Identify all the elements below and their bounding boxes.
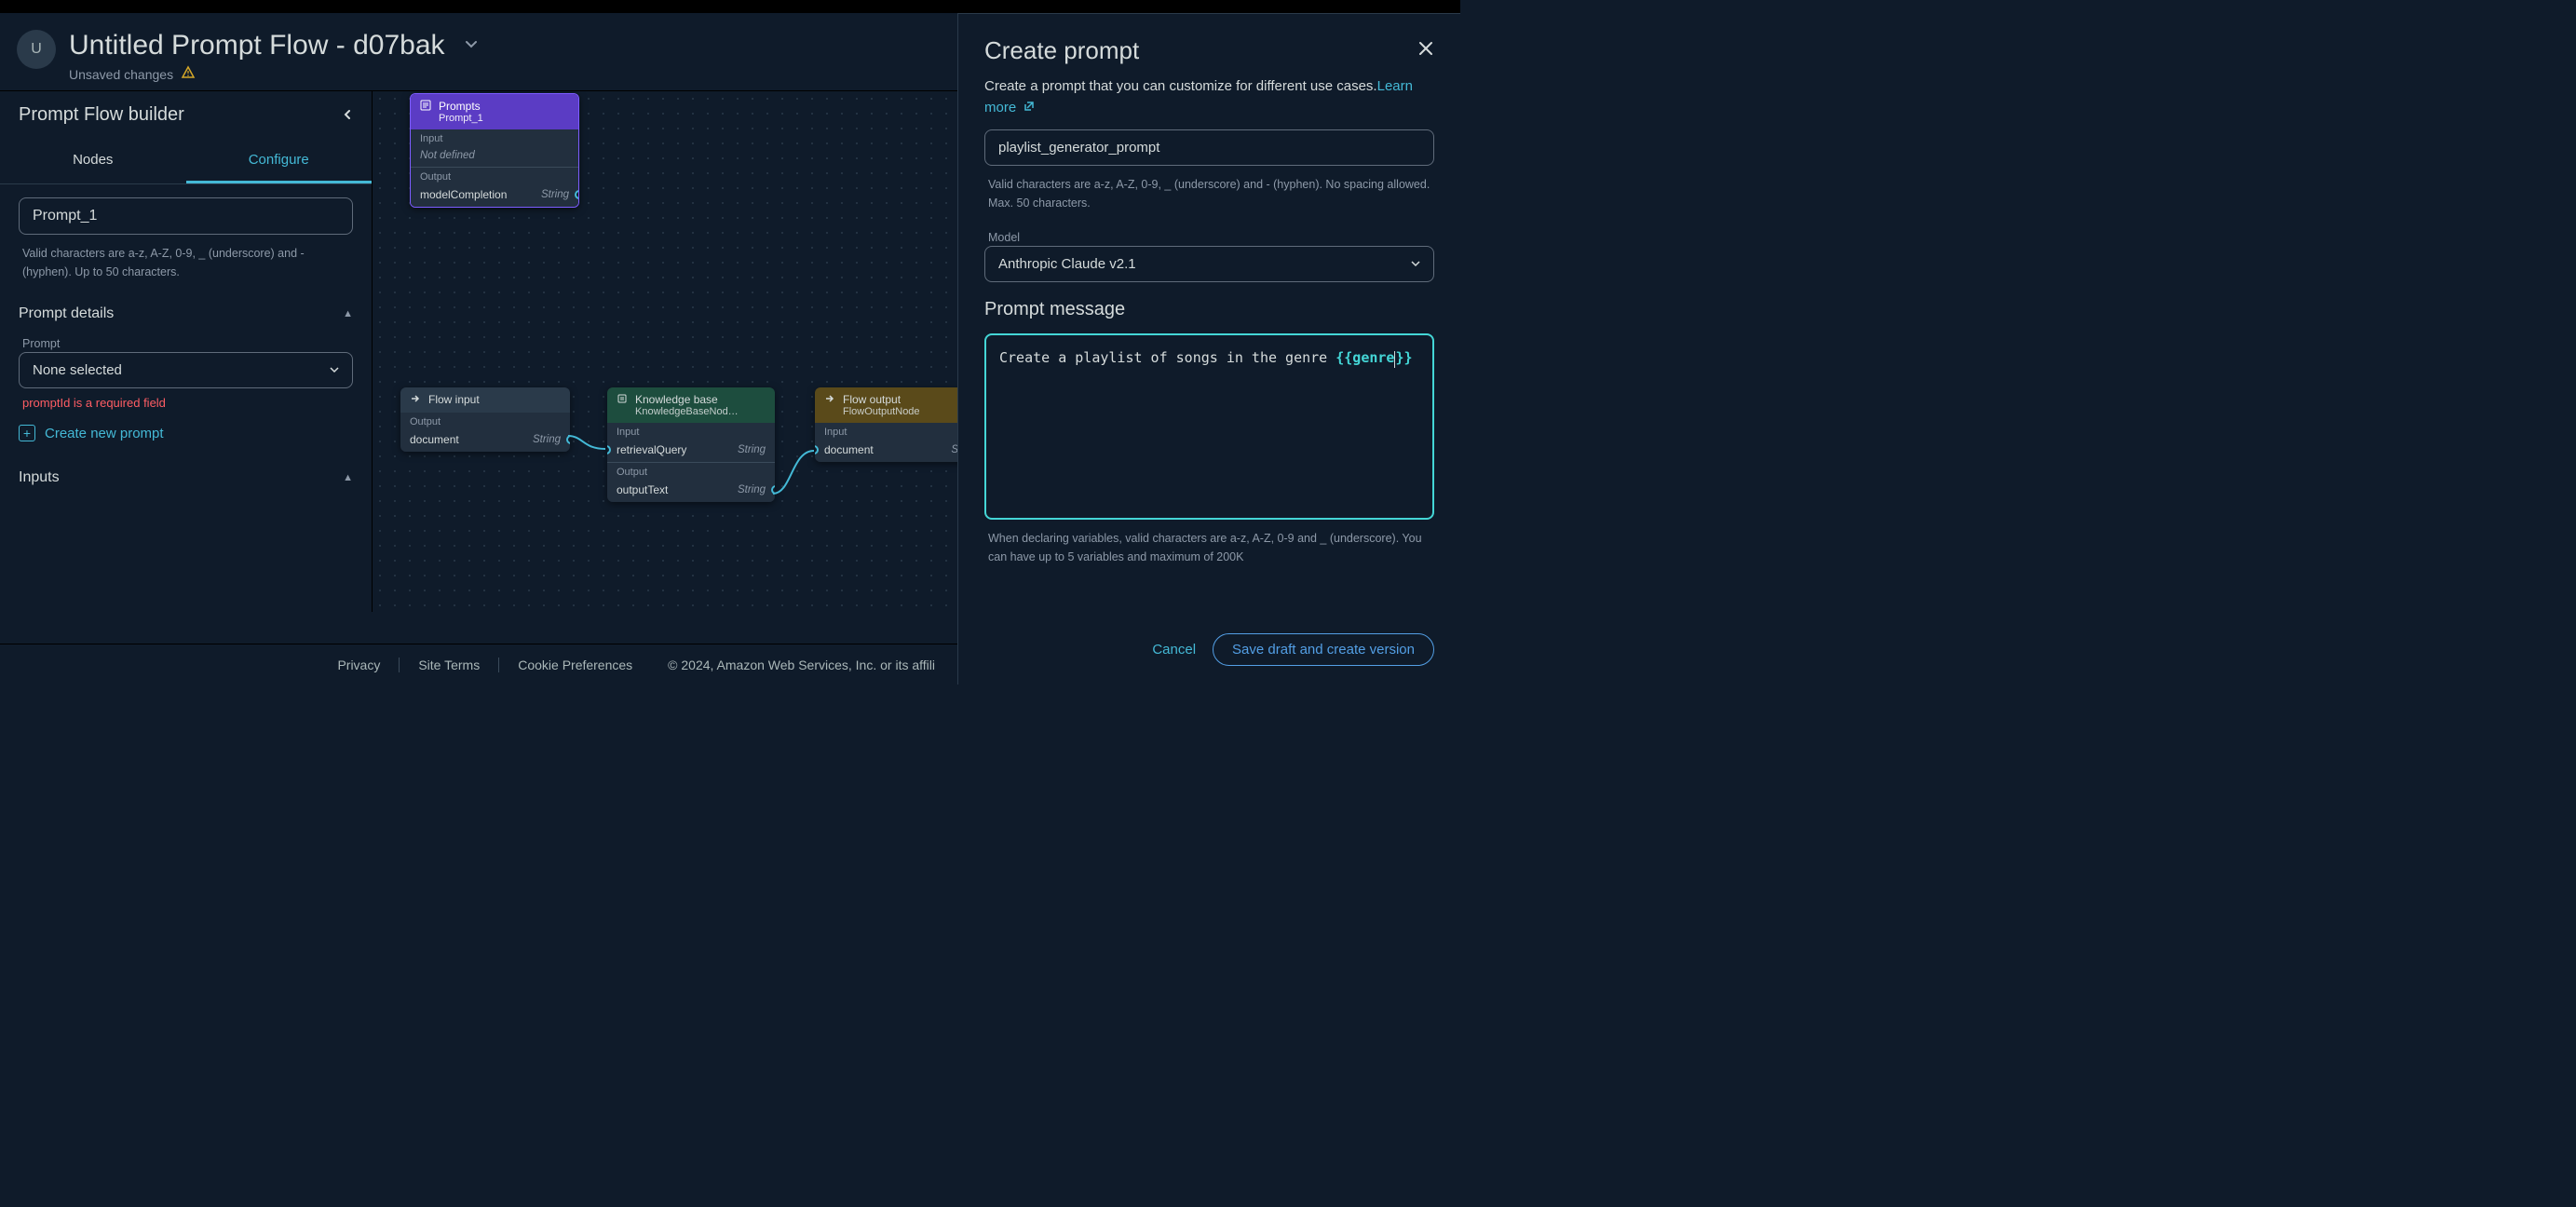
node-output-type: String [738, 484, 766, 495]
caret-up-icon: ▲ [343, 472, 353, 483]
prompt-name-helper: Valid characters are a-z, A-Z, 0-9, _ (u… [984, 175, 1434, 212]
model-select[interactable]: Anthropic Claude v2.1 [984, 246, 1434, 282]
caret-up-icon: ▲ [343, 308, 353, 319]
prompt-select-value: None selected [33, 362, 122, 378]
modal-body: Valid characters are a-z, A-Z, 0-9, _ (u… [958, 129, 1460, 618]
prompt-details-header[interactable]: Prompt details ▲ [19, 300, 353, 328]
panel-body: Valid characters are a-z, A-Z, 0-9, _ (u… [0, 184, 372, 612]
prompt-message-textarea[interactable]: Create a playlist of songs in the genre … [984, 333, 1434, 520]
node-head: Knowledge base KnowledgeBaseNod… [607, 387, 775, 423]
prompt-name-input[interactable] [984, 129, 1434, 166]
node-body: Input retrievalQuery String Output outpu… [607, 423, 775, 502]
book-icon [617, 393, 628, 407]
save-draft-button[interactable]: Save draft and create version [1213, 633, 1434, 666]
model-label: Model [984, 231, 1434, 246]
wire [769, 445, 821, 501]
footer: Privacy Site Terms Cookie Preferences © … [0, 644, 957, 685]
node-output-label: Output [400, 413, 570, 427]
inputs-label: Inputs [19, 469, 60, 486]
modal-description: Create a prompt that you can customize f… [984, 76, 1434, 118]
close-icon[interactable] [1417, 40, 1434, 62]
left-title: Prompt Flow builder [19, 104, 184, 126]
wire [564, 432, 613, 469]
node-input-name: document [824, 443, 874, 456]
inputs-header[interactable]: Inputs ▲ [19, 464, 353, 492]
caret-down-icon [330, 362, 339, 378]
footer-copyright: © 2024, Amazon Web Services, Inc. or its… [668, 658, 935, 672]
node-output-label: Output [607, 463, 775, 478]
top-strip [0, 0, 1460, 13]
left-header: Prompt Flow builder [0, 91, 372, 139]
page-title: Untitled Prompt Flow - d07bak [69, 30, 445, 61]
node-head-text: Flow output FlowOutputNode [843, 393, 920, 417]
output-port[interactable] [566, 435, 570, 444]
node-knowledge-base[interactable]: Knowledge base KnowledgeBaseNod… Input r… [607, 387, 775, 502]
modal-title: Create prompt [984, 36, 1139, 65]
title-wrap: Untitled Prompt Flow - d07bak Unsaved ch… [69, 30, 479, 83]
node-output-name: modelCompletion [420, 188, 507, 201]
node-name-input[interactable] [19, 197, 353, 235]
prompt-field-label: Prompt [19, 337, 353, 352]
node-input-label: Input [607, 423, 775, 438]
node-output-name: document [410, 433, 459, 446]
node-input-name: retrievalQuery [617, 443, 686, 456]
title-row: Untitled Prompt Flow - d07bak [69, 30, 479, 61]
prompt-select[interactable]: None selected [19, 352, 353, 388]
left-panel: Prompt Flow builder Nodes Configure Vali… [0, 91, 373, 612]
variables-helper: When declaring variables, valid characte… [984, 529, 1434, 566]
output-port[interactable] [575, 190, 579, 199]
cancel-button[interactable]: Cancel [1152, 642, 1196, 658]
footer-cookies-link[interactable]: Cookie Preferences [499, 658, 651, 672]
node-output-name: outputText [617, 483, 668, 496]
arrow-right-icon [824, 393, 835, 407]
node-flow-input[interactable]: Flow input Output document String [400, 387, 570, 452]
tabs: Nodes Configure [0, 139, 372, 184]
node-name-helper: Valid characters are a-z, A-Z, 0-9, _ (u… [19, 244, 353, 281]
avatar: U [17, 30, 56, 69]
footer-privacy-link[interactable]: Privacy [319, 658, 400, 672]
node-head: Flow input [400, 387, 570, 413]
document-icon [420, 100, 431, 114]
node-body: Input Not defined Output modelCompletion… [411, 129, 578, 207]
collapse-icon[interactable] [342, 108, 353, 123]
caret-down-icon [1411, 256, 1420, 272]
input-port[interactable] [607, 445, 611, 454]
node-body: Output document String [400, 413, 570, 452]
prompt-error: promptId is a required field [19, 396, 353, 410]
node-prompts[interactable]: Prompts Prompt_1 Input Not defined Outpu… [410, 93, 579, 208]
create-new-prompt-button[interactable]: + Create new prompt [19, 421, 353, 445]
input-port[interactable] [815, 445, 819, 454]
node-output-type: String [533, 434, 561, 445]
output-port[interactable] [771, 485, 775, 495]
external-link-icon [1020, 101, 1035, 115]
footer-terms-link[interactable]: Site Terms [400, 658, 499, 672]
modal-footer: Cancel Save draft and create version [958, 618, 1460, 685]
create-prompt-modal: Create prompt Create a prompt that you c… [957, 13, 1460, 685]
model-select-value: Anthropic Claude v2.1 [998, 256, 1136, 272]
prompt-message-title: Prompt message [984, 299, 1434, 320]
prompt-details-label: Prompt details [19, 305, 114, 322]
create-new-prompt-label: Create new prompt [45, 426, 164, 441]
node-input-label: Input [411, 129, 578, 144]
node-head-text: Knowledge base KnowledgeBaseNod… [635, 393, 739, 417]
node-output-type: String [541, 189, 569, 200]
plus-icon: + [19, 425, 35, 441]
unsaved-label: Unsaved changes [69, 67, 173, 82]
tab-configure[interactable]: Configure [186, 139, 373, 183]
warning-icon [181, 65, 196, 83]
subtitle-row: Unsaved changes [69, 65, 479, 83]
arrow-right-icon [410, 393, 421, 407]
chevron-down-icon[interactable] [464, 37, 479, 55]
node-input-value: Not defined [420, 150, 475, 161]
tab-nodes[interactable]: Nodes [0, 139, 186, 183]
modal-header: Create prompt Create a prompt that you c… [958, 14, 1460, 129]
node-input-type: String [738, 444, 766, 455]
node-head: Prompts Prompt_1 [411, 94, 578, 129]
node-head-text: Prompts Prompt_1 [439, 100, 483, 124]
node-output-label: Output [411, 168, 578, 183]
